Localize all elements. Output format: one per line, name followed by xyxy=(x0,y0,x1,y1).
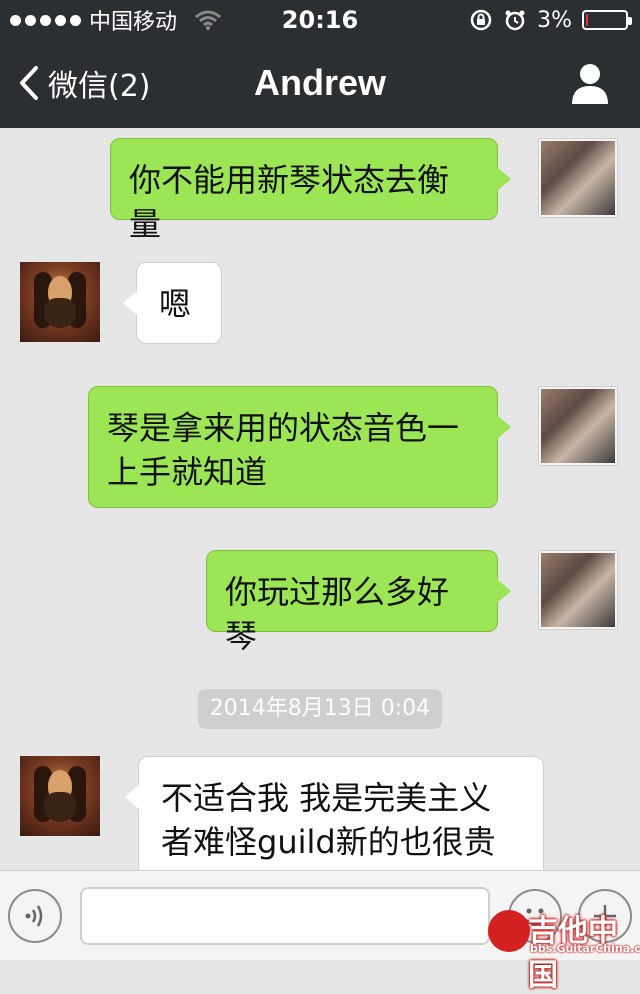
nav-bar: 微信(2) Andrew xyxy=(0,40,640,128)
watermark: 吉他中国 bbs.GuitarChina.com xyxy=(488,906,640,993)
contact-avatar[interactable] xyxy=(20,262,100,342)
chat-title: Andrew xyxy=(253,62,386,103)
message-text: 琴是拿来用的状态音色一上手就知道 xyxy=(107,409,460,491)
my-avatar[interactable] xyxy=(538,550,618,630)
voice-button[interactable] xyxy=(8,889,62,943)
battery-percent: 3% xyxy=(537,7,572,33)
message-bubble-outgoing[interactable]: 你不能用新琴状态去衡量 xyxy=(110,138,511,243)
message-timestamp: 2014年8月13日 0:04 xyxy=(198,689,442,729)
message-bubble-incoming[interactable]: 不适合我 我是完美主义者难怪guild新的也很贵 xyxy=(125,756,544,870)
battery-icon xyxy=(582,10,632,30)
battery-level xyxy=(586,14,588,26)
message-bubble-outgoing[interactable]: 你玩过那么多好琴 xyxy=(206,550,511,655)
guitarchina-logo-icon xyxy=(488,910,530,952)
message-text: 你不能用新琴状态去衡量 xyxy=(129,161,450,243)
alarm-icon xyxy=(505,10,525,31)
person-icon[interactable] xyxy=(570,62,610,104)
message-text: 你玩过那么多好琴 xyxy=(225,573,450,655)
watermark-url: bbs.GuitarChina.com xyxy=(530,942,640,955)
chat-area[interactable]: 你不能用新琴状态去衡量 嗯 琴是拿来用的状态音色一上手就知道 你玩过那么多好琴 … xyxy=(0,128,640,870)
my-avatar[interactable] xyxy=(538,386,618,466)
contact-avatar[interactable] xyxy=(20,756,100,836)
status-bar: 中国移动 20:16 3% xyxy=(0,0,640,40)
message-input[interactable] xyxy=(80,887,490,945)
rotation-lock-icon xyxy=(470,9,492,31)
message-text: 不适合我 我是完美主义者难怪guild新的也很贵 xyxy=(161,779,496,861)
my-avatar[interactable] xyxy=(538,138,618,218)
message-bubble-outgoing[interactable]: 琴是拿来用的状态音色一上手就知道 xyxy=(88,386,511,508)
message-text: 嗯 xyxy=(159,285,192,323)
voice-icon xyxy=(25,905,43,927)
message-bubble-incoming[interactable]: 嗯 xyxy=(123,262,222,344)
top-bar: 中国移动 20:16 3% 微信(2) Andrew xyxy=(0,0,640,128)
